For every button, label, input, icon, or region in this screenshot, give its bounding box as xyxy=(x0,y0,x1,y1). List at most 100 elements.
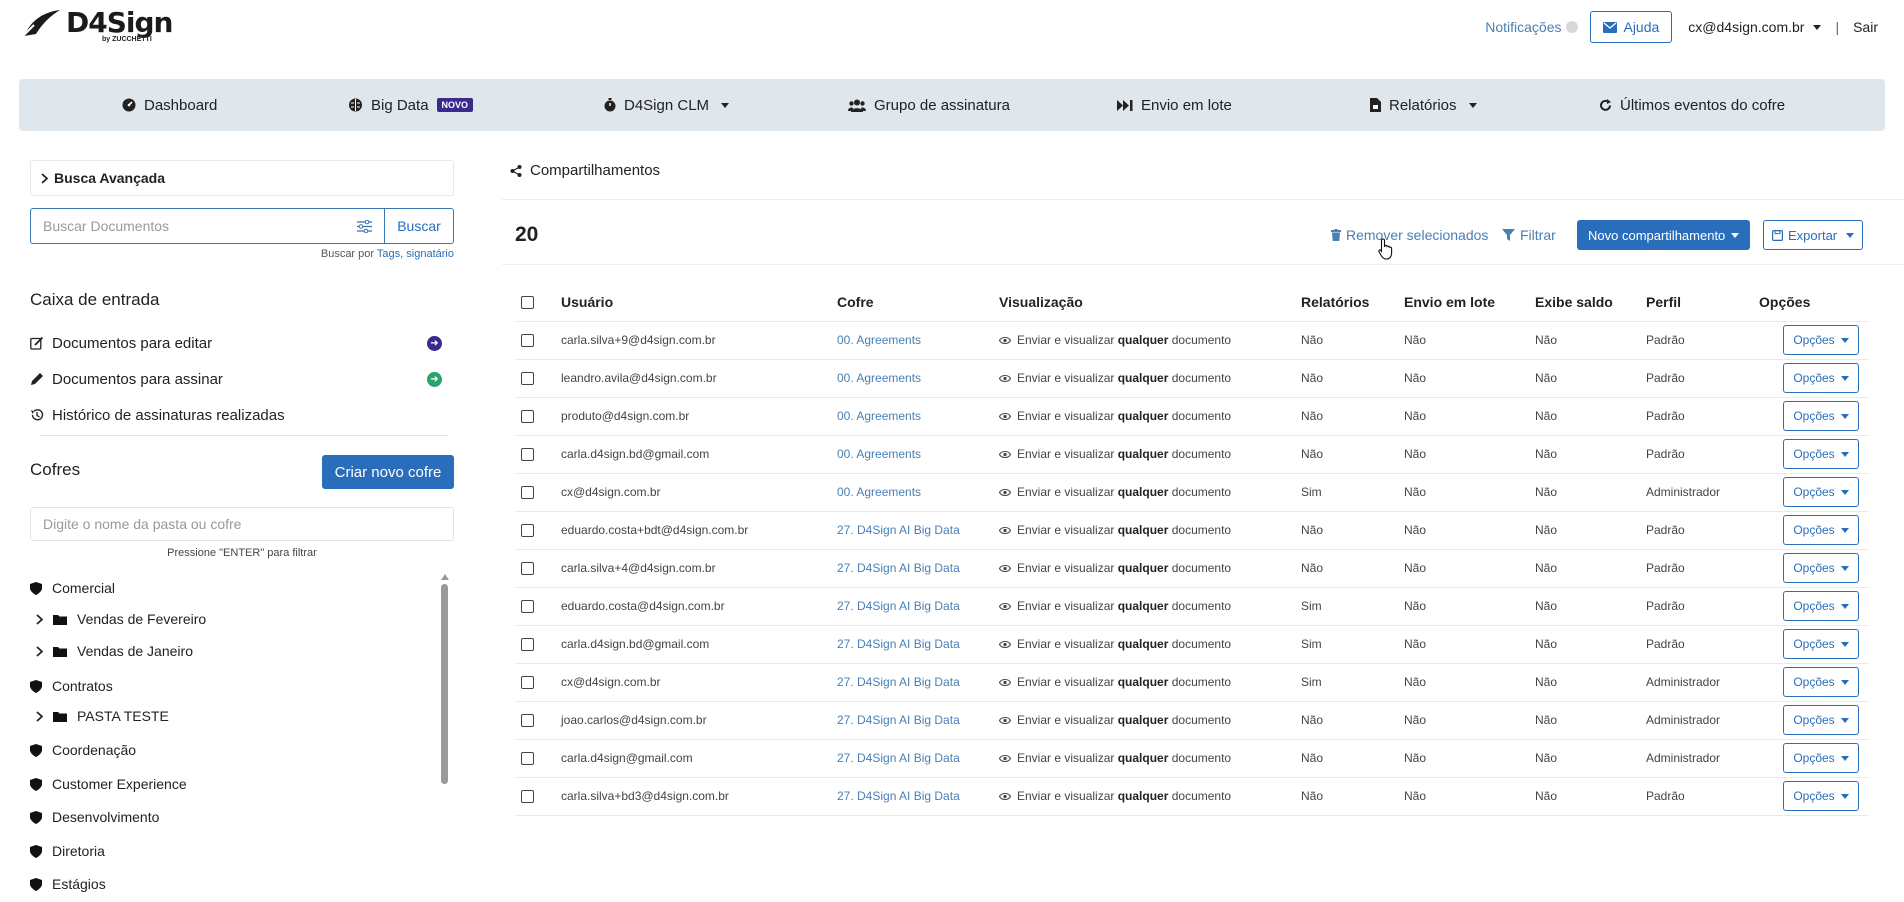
folder-vendas-janeiro[interactable]: Vendas de Janeiro xyxy=(36,643,193,659)
row-options-button[interactable]: Opções xyxy=(1783,743,1859,773)
row-checkbox[interactable] xyxy=(521,562,534,575)
trash-icon xyxy=(1331,229,1341,241)
user-menu[interactable]: cx@d4sign.com.br xyxy=(1688,19,1822,35)
inbox-item-signature-history[interactable]: Histórico de assinaturas realizadas xyxy=(30,400,448,430)
row-options-button[interactable]: Opções xyxy=(1783,781,1859,811)
create-vault-button[interactable]: Criar novo cofre xyxy=(322,455,454,489)
search-input[interactable]: Buscar Documentos xyxy=(30,208,384,244)
vault-link[interactable]: 27. D4Sign AI Big Data xyxy=(837,675,960,689)
vault-link[interactable]: 00. Agreements xyxy=(837,485,921,499)
vault-link[interactable]: 27. D4Sign AI Big Data xyxy=(837,561,960,575)
nav-clm[interactable]: D4Sign CLM xyxy=(604,79,730,131)
d4sign-logo[interactable]: D4Sign by ZUCCHETTI xyxy=(20,8,173,43)
row-options-button[interactable]: Opções xyxy=(1783,629,1859,659)
vault-link[interactable]: 00. Agreements xyxy=(837,371,921,385)
row-checkbox[interactable] xyxy=(521,714,534,727)
vault-link[interactable]: 27. D4Sign AI Big Data xyxy=(837,637,960,651)
vault-desenvolvimento[interactable]: Desenvolvimento xyxy=(30,809,159,825)
column-header[interactable]: Envio em lote xyxy=(1404,294,1495,310)
vault-contratos[interactable]: Contratos xyxy=(30,678,113,694)
vault-comercial[interactable]: Comercial xyxy=(30,580,115,596)
column-header[interactable]: Exibe saldo xyxy=(1535,294,1613,310)
table-row: eduardo.costa+bdt@d4sign.com.br 27. D4Sig… xyxy=(515,512,1869,550)
row-checkbox[interactable] xyxy=(521,600,534,613)
row-options-button[interactable]: Opções xyxy=(1783,363,1859,393)
row-checkbox[interactable] xyxy=(521,486,534,499)
column-header[interactable]: Cofre xyxy=(837,294,874,310)
row-options-button[interactable]: Opções xyxy=(1783,667,1859,697)
row-checkbox[interactable] xyxy=(521,676,534,689)
new-share-button[interactable]: Novo compartilhamento xyxy=(1577,220,1751,250)
scroll-up-icon[interactable] xyxy=(441,574,449,580)
app-header: D4Sign by ZUCCHETTI Notificações Ajuda c… xyxy=(0,0,1904,58)
notifications-link[interactable]: Notificações xyxy=(1485,19,1579,35)
search-by-signer-link[interactable]: signatário xyxy=(406,248,454,260)
row-checkbox[interactable] xyxy=(521,638,534,651)
row-options-button[interactable]: Opções xyxy=(1783,705,1859,735)
select-all-checkbox[interactable] xyxy=(521,296,534,309)
vault-tree: Comercial Vendas de Fevereiro Vendas de … xyxy=(30,570,454,902)
row-checkbox[interactable] xyxy=(521,448,534,461)
tree-scrollbar[interactable] xyxy=(441,570,449,902)
export-button[interactable]: Exportar xyxy=(1763,220,1864,250)
row-options-button[interactable]: Opções xyxy=(1783,515,1859,545)
column-header[interactable]: Perfil xyxy=(1646,294,1681,310)
row-checkbox[interactable] xyxy=(521,524,534,537)
vault-link[interactable]: 27. D4Sign AI Big Data xyxy=(837,523,960,537)
vault-link[interactable]: 00. Agreements xyxy=(837,409,921,423)
visualization-emphasis: qualquer xyxy=(1117,371,1169,385)
nav-signature-group[interactable]: Grupo de assinatura xyxy=(848,79,1010,131)
help-button[interactable]: Ajuda xyxy=(1590,11,1673,43)
vault-link[interactable]: 27. D4Sign AI Big Data xyxy=(837,789,960,803)
vault-link[interactable]: 00. Agreements xyxy=(837,333,921,347)
logout-link[interactable]: Sair xyxy=(1853,19,1878,35)
search-by-tags-link[interactable]: Tags xyxy=(377,248,400,260)
vault-link[interactable]: 27. D4Sign AI Big Data xyxy=(837,599,960,613)
nav-bigdata[interactable]: Big Data NOVO xyxy=(348,79,474,131)
nav-reports[interactable]: Relatórios xyxy=(1370,79,1477,131)
filter-button[interactable]: Filtrar xyxy=(1502,227,1556,243)
row-options-button[interactable]: Opções xyxy=(1783,553,1859,583)
search-button[interactable]: Buscar xyxy=(384,208,454,244)
batch-send-cell: Não xyxy=(1404,637,1427,651)
nav-batch-send[interactable]: Envio em lote xyxy=(1117,79,1232,131)
row-options-button[interactable]: Opções xyxy=(1783,401,1859,431)
row-options-label: Opções xyxy=(1793,675,1835,689)
inbox-item-documents-to-sign[interactable]: Documentos para assinar ➜ xyxy=(30,364,448,394)
vault-label: Customer Experience xyxy=(52,776,187,792)
sliders-icon[interactable] xyxy=(357,219,372,233)
vault-diretoria[interactable]: Diretoria xyxy=(30,843,105,859)
vault-link[interactable]: 00. Agreements xyxy=(837,447,921,461)
chevron-right-icon xyxy=(41,172,48,184)
row-options-button[interactable]: Opções xyxy=(1783,439,1859,469)
vault-estagios[interactable]: Estágios xyxy=(30,876,106,892)
row-checkbox[interactable] xyxy=(521,372,534,385)
vault-link[interactable]: 27. D4Sign AI Big Data xyxy=(837,751,960,765)
batch-send-cell: Não xyxy=(1404,713,1427,727)
scrollbar-thumb[interactable] xyxy=(441,584,448,784)
row-checkbox[interactable] xyxy=(521,790,534,803)
folder-vendas-fevereiro[interactable]: Vendas de Fevereiro xyxy=(36,611,206,627)
nav-dashboard[interactable]: Dashboard xyxy=(122,79,217,131)
vault-coordenacao[interactable]: Coordenação xyxy=(30,742,136,758)
row-options-button[interactable]: Opções xyxy=(1783,325,1859,355)
vault-customer-experience[interactable]: Customer Experience xyxy=(30,776,187,792)
folder-pasta-teste[interactable]: PASTA TESTE xyxy=(36,708,169,724)
row-options-button[interactable]: Opções xyxy=(1783,591,1859,621)
nav-vault-events[interactable]: Últimos eventos do cofre xyxy=(1599,79,1785,131)
remove-selected-button[interactable]: Remover selecionados xyxy=(1331,227,1488,243)
row-checkbox[interactable] xyxy=(521,410,534,423)
inbox-item-documents-to-edit[interactable]: Documentos para editar ➜ xyxy=(30,328,448,358)
column-header[interactable]: Visualização xyxy=(999,294,1083,310)
eye-icon xyxy=(999,488,1011,496)
vault-link[interactable]: 27. D4Sign AI Big Data xyxy=(837,713,960,727)
advanced-search-toggle[interactable]: Busca Avançada xyxy=(30,160,454,196)
refresh-icon xyxy=(1600,98,1611,111)
folder-filter-input[interactable]: Digite o nome da pasta ou cofre xyxy=(30,507,454,541)
column-header[interactable]: Usuário xyxy=(561,294,613,310)
column-header[interactable]: Relatórios xyxy=(1301,294,1369,310)
row-checkbox[interactable] xyxy=(521,334,534,347)
eye-icon xyxy=(999,602,1011,610)
row-checkbox[interactable] xyxy=(521,752,534,765)
row-options-button[interactable]: Opções xyxy=(1783,477,1859,507)
